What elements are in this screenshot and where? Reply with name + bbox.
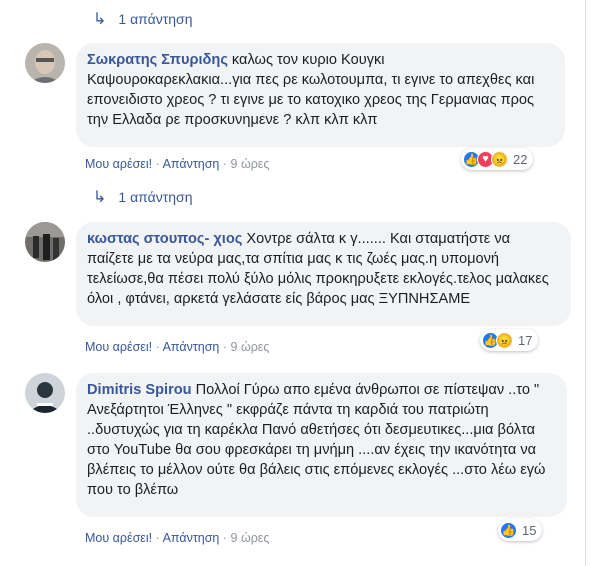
reactions-summary[interactable]: 👍 ♥ 😠 22	[461, 148, 534, 170]
reactions-summary[interactable]: 👍 15	[498, 519, 543, 541]
separator-dot: ·	[155, 157, 163, 171]
reply-link[interactable]: Απάντηση	[163, 340, 220, 354]
avatar[interactable]	[25, 373, 65, 413]
comment-author[interactable]: κωστας στουπος- χιος	[87, 231, 242, 247]
comment-author[interactable]: Σωκρατης Σπυριδης	[87, 52, 228, 68]
reply-arrow-icon: ↳	[93, 189, 107, 206]
like-link[interactable]: Μου αρέσει!	[85, 340, 152, 354]
like-link[interactable]: Μου αρέσει!	[85, 531, 152, 545]
separator-dot: ·	[222, 531, 231, 545]
comment-author[interactable]: Dimitris Spirou	[87, 382, 192, 398]
reply-link[interactable]: Απάντηση	[163, 157, 220, 171]
separator-dot: ·	[222, 340, 231, 354]
comment-bubble: κωστας στουπος- χιος Χοντρε σάλτα κ γ....…	[76, 222, 571, 326]
like-link[interactable]: Μου αρέσει!	[85, 157, 152, 171]
comment-text: Πολλοί Γύρω απο εμένα άνθρωποι σε πίστεψ…	[87, 382, 546, 498]
separator-dot: ·	[155, 531, 163, 545]
reaction-count: 15	[522, 522, 537, 538]
reaction-count: 17	[518, 332, 533, 348]
avatar[interactable]	[25, 43, 65, 83]
separator-dot: ·	[222, 157, 231, 171]
separator-dot: ·	[155, 340, 163, 354]
angry-icon: 😠	[496, 331, 513, 349]
comment-actions: Μου αρέσει! · Απάντηση · 9 ώρες	[85, 340, 269, 354]
view-replies-link[interactable]: ↳ 1 απάντηση	[93, 9, 192, 29]
like-icon: 👍	[500, 521, 517, 539]
reply-link[interactable]: Απάντηση	[163, 531, 220, 545]
reaction-count: 22	[513, 151, 528, 167]
view-replies-link[interactable]: ↳ 1 απάντηση	[93, 187, 192, 207]
avatar[interactable]	[25, 222, 65, 262]
panel-border	[585, 0, 586, 566]
comment-actions: Μου αρέσει! · Απάντηση · 9 ώρες	[85, 531, 269, 545]
comment-time[interactable]: 9 ώρες	[231, 531, 270, 545]
comment-bubble: Dimitris Spirou Πολλοί Γύρω απο εμένα άνθ…	[76, 373, 567, 517]
reply-arrow-icon: ↳	[93, 11, 107, 28]
comment-time[interactable]: 9 ώρες	[231, 340, 270, 354]
comment-bubble: Σωκρατης Σπυριδης καλως τον κυριο Κουγκι …	[76, 43, 565, 147]
angry-icon: 😠	[491, 150, 508, 168]
comment-time[interactable]: 9 ώρες	[231, 157, 270, 171]
replies-count-label: 1 απάντηση	[118, 11, 193, 27]
replies-count-label: 1 απάντηση	[118, 189, 193, 205]
reactions-summary[interactable]: 👍 😠 17	[480, 329, 539, 351]
comment-actions: Μου αρέσει! · Απάντηση · 9 ώρες	[85, 157, 269, 171]
